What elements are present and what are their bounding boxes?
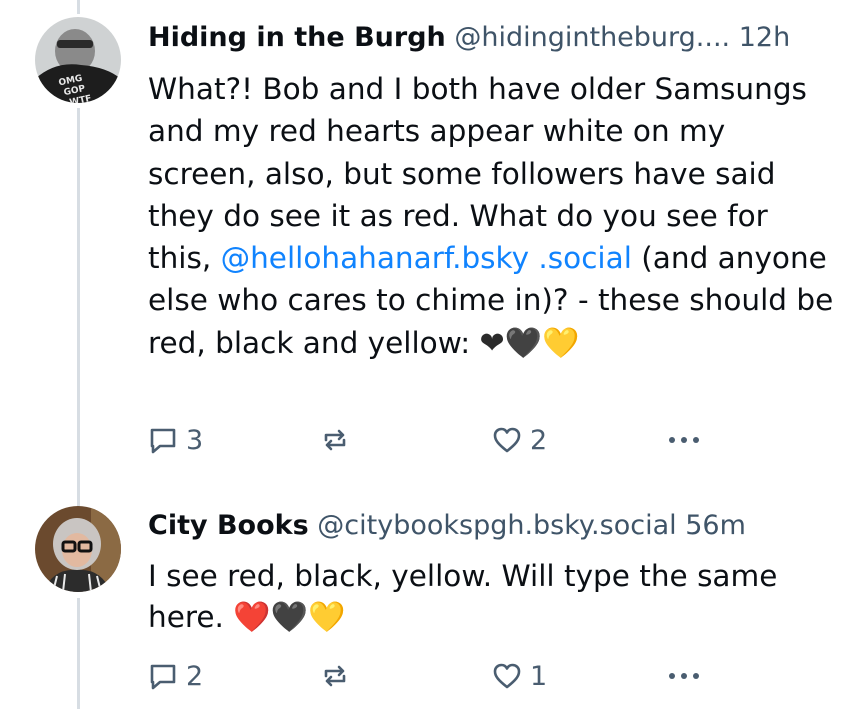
timestamp[interactable]: 56m	[685, 510, 746, 541]
handle[interactable]: @citybookspgh.bsky.social	[317, 510, 676, 541]
reply-count: 2	[186, 660, 204, 692]
avatar[interactable]: OMG GOP WTF	[35, 17, 121, 103]
display-name[interactable]: Hiding in the Burgh	[148, 22, 446, 53]
post[interactable]: OMG GOP WTF Hiding in the Burgh @hidingi…	[0, 0, 864, 480]
post-header: City Books @citybookspgh.bsky.social 56m	[148, 506, 854, 546]
thread-feed: OMG GOP WTF Hiding in the Burgh @hidingi…	[0, 0, 864, 709]
reply-count: 3	[186, 424, 204, 456]
black-heart-emoji: 🖤	[504, 325, 543, 361]
post-actions: 2 1	[148, 658, 748, 694]
reply-button[interactable]: 2	[148, 658, 203, 694]
handle[interactable]: @hidingintheburg....	[454, 22, 730, 53]
post-text: What?! Bob and I both have older Samsung…	[148, 68, 838, 365]
like-count: 2	[530, 424, 548, 456]
post-text: I see red, black, yellow. Will type the …	[148, 556, 838, 638]
like-count: 1	[530, 660, 548, 692]
more-icon	[664, 661, 704, 691]
like-icon	[492, 425, 522, 455]
repost-button[interactable]	[320, 422, 350, 458]
repost-icon	[320, 425, 350, 455]
reply-icon	[148, 661, 178, 691]
mention-link[interactable]: @hellohahanarf.bsky .social	[221, 241, 632, 275]
post-actions: 3 2	[148, 422, 748, 458]
heart-emoji: ❤	[479, 325, 505, 361]
more-options-button[interactable]	[664, 422, 704, 458]
yellow-heart-emoji: 💛	[542, 325, 580, 361]
reply-button[interactable]: 3	[148, 422, 203, 458]
like-button[interactable]: 1	[492, 658, 547, 694]
timestamp[interactable]: 12h	[739, 22, 790, 53]
repost-button[interactable]	[320, 658, 350, 694]
post-header: Hiding in the Burgh @hidingintheburg....…	[148, 18, 854, 58]
like-icon	[492, 661, 522, 691]
yellow-heart-emoji: 💛	[307, 600, 346, 635]
like-button[interactable]: 2	[492, 422, 547, 458]
repost-icon	[320, 661, 350, 691]
reply-icon	[148, 425, 178, 455]
display-name[interactable]: City Books	[148, 510, 309, 541]
black-heart-emoji: 🖤	[270, 600, 308, 635]
red-heart-emoji: ❤️	[233, 600, 271, 635]
more-options-button[interactable]	[664, 658, 704, 694]
post[interactable]: City Books @citybookspgh.bsky.social 56m…	[0, 480, 864, 709]
avatar[interactable]	[35, 506, 121, 592]
more-icon	[664, 425, 704, 455]
